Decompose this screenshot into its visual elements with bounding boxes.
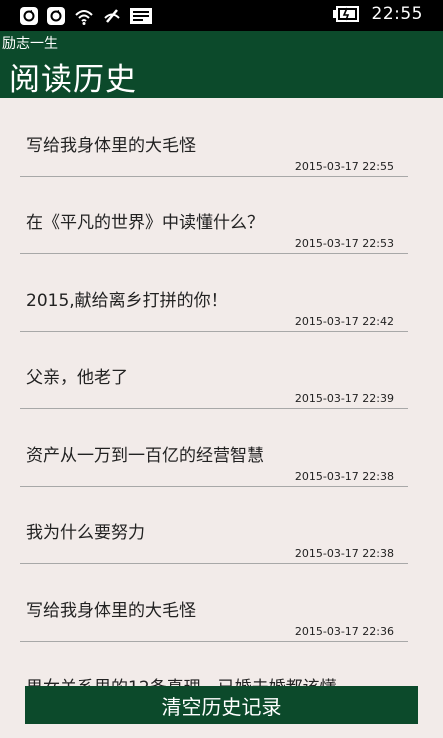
history-item-title: 资产从一万到一百亿的经营智慧 bbox=[26, 446, 264, 466]
sync-icon bbox=[47, 7, 65, 25]
app-name: 励志一生 bbox=[2, 36, 58, 52]
clear-history-button[interactable]: 清空历史记录 bbox=[25, 686, 418, 724]
history-item[interactable]: 资产从一万到一百亿的经营智慧 2015-03-17 22:38 bbox=[20, 408, 408, 487]
sync-icon bbox=[20, 7, 38, 25]
history-item-time: 2015-03-17 22:39 bbox=[294, 392, 394, 405]
history-list: 写给我身体里的大毛怪 2015-03-17 22:55 在《平凡的世界》中读懂什… bbox=[0, 98, 443, 738]
history-item[interactable]: 我为什么要努力 2015-03-17 22:38 bbox=[20, 485, 408, 564]
wifi-icon bbox=[75, 10, 93, 25]
data-icon bbox=[104, 9, 120, 23]
history-item[interactable]: 写给我身体里的大毛怪 2015-03-17 22:55 bbox=[20, 98, 408, 177]
page-title: 阅读历史 bbox=[9, 62, 137, 98]
history-item[interactable]: 父亲，他老了 2015-03-17 22:39 bbox=[20, 330, 408, 409]
header: 励志一生 阅读历史 bbox=[0, 31, 443, 98]
history-item-time: 2015-03-17 22:36 bbox=[294, 625, 394, 638]
history-item-time: 2015-03-17 22:38 bbox=[294, 547, 394, 560]
history-item[interactable]: 2015,献给离乡打拼的你！ 2015-03-17 22:42 bbox=[20, 253, 408, 332]
battery-icon bbox=[332, 6, 359, 22]
history-item[interactable]: 在《平凡的世界》中读懂什么？ 2015-03-17 22:53 bbox=[20, 175, 408, 254]
history-item-time: 2015-03-17 22:53 bbox=[294, 237, 394, 250]
history-item-time: 2015-03-17 22:38 bbox=[294, 470, 394, 483]
history-item-time: 2015-03-17 22:42 bbox=[294, 315, 394, 328]
history-item-title: 我为什么要努力 bbox=[26, 523, 145, 543]
history-item[interactable]: 写给我身体里的大毛怪 2015-03-17 22:36 bbox=[20, 563, 408, 642]
history-item-title: 父亲，他老了 bbox=[26, 368, 128, 388]
history-item-title: 写给我身体里的大毛怪 bbox=[26, 601, 196, 621]
status-time: 22:55 bbox=[371, 4, 423, 24]
message-icon bbox=[130, 8, 152, 24]
history-item-title: 在《平凡的世界》中读懂什么？ bbox=[26, 213, 264, 233]
history-item-title: 2015,献给离乡打拼的你！ bbox=[26, 291, 228, 311]
status-bar: 22:55 bbox=[0, 0, 443, 31]
history-item-time: 2015-03-17 22:55 bbox=[294, 160, 394, 173]
history-item-title: 写给我身体里的大毛怪 bbox=[26, 136, 196, 156]
